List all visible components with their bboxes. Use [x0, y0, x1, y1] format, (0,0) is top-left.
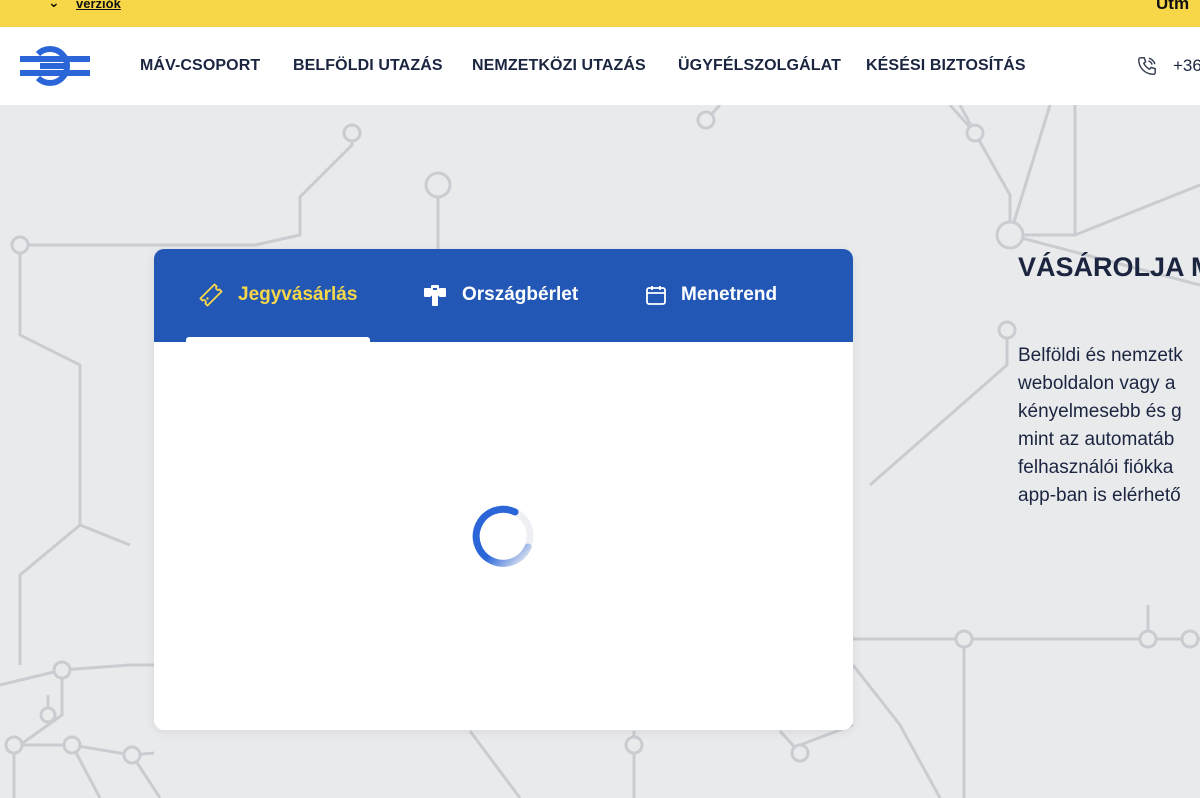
- booking-tabs: Jegyvásárlás Országbérlet Menetrend: [154, 249, 853, 342]
- nav-item-nemzetkozi-utazas[interactable]: NEMZETKÖZI UTAZÁS: [472, 57, 646, 75]
- top-banner: ⌄ verziók Útm: [0, 0, 1200, 27]
- tab-menetrend-label: Menetrend: [681, 284, 778, 305]
- versions-link[interactable]: verziók: [76, 0, 121, 11]
- ticket-icon: [199, 283, 223, 307]
- promo-line: felhasználói fiókka: [1018, 457, 1174, 478]
- pass-icon: [424, 285, 446, 306]
- promo-line: weboldalon vagy a: [1018, 373, 1176, 394]
- active-tab-indicator: [186, 337, 370, 342]
- nav-item-mav-csoport[interactable]: MÁV-CSOPORT: [140, 57, 260, 75]
- nav-item-kesesi-biztositas[interactable]: KÉSÉSI BIZTOSÍTÁS: [866, 57, 1026, 75]
- nav-item-ugyfelszolgalat[interactable]: ÜGYFÉLSZOLGÁLAT: [678, 57, 841, 75]
- promo-line: Belföldi és nemzetk: [1018, 345, 1183, 366]
- chevron-down-icon[interactable]: ⌄: [48, 0, 60, 11]
- tab-orszagberlet[interactable]: Országbérlet: [422, 279, 578, 311]
- calendar-icon: [646, 286, 666, 305]
- tab-jegyvasarlas[interactable]: Jegyvásárlás: [198, 279, 357, 311]
- promo-text: Belföldi és nemzetk weboldalon vagy a ké…: [1018, 342, 1200, 510]
- promo-line: kényelmesebb és g: [1018, 401, 1182, 422]
- phone-number[interactable]: +36: [1173, 56, 1200, 76]
- promo-line: app-ban is elérhető: [1018, 485, 1181, 506]
- phone-icon[interactable]: [1136, 55, 1158, 77]
- promo-title: VÁSÁROLJA M: [1018, 252, 1200, 282]
- site-header: MÁV-CSOPORT BELFÖLDI UTAZÁS NEMZETKÖZI U…: [0, 27, 1200, 105]
- booking-card: Jegyvásárlás Országbérlet Menetrend: [154, 249, 853, 730]
- banner-right-text[interactable]: Útm: [1156, 0, 1189, 14]
- promo-line: mint az automatáb: [1018, 429, 1175, 450]
- tab-orszagberlet-label: Országbérlet: [462, 284, 579, 305]
- loading-spinner-icon: [472, 505, 534, 567]
- tab-jegyvasarlas-label: Jegyvásárlás: [238, 284, 358, 305]
- tab-menetrend[interactable]: Menetrend: [645, 279, 777, 311]
- mav-logo-icon[interactable]: [20, 44, 90, 88]
- nav-item-belfoldi-utazas[interactable]: BELFÖLDI UTAZÁS: [293, 57, 443, 75]
